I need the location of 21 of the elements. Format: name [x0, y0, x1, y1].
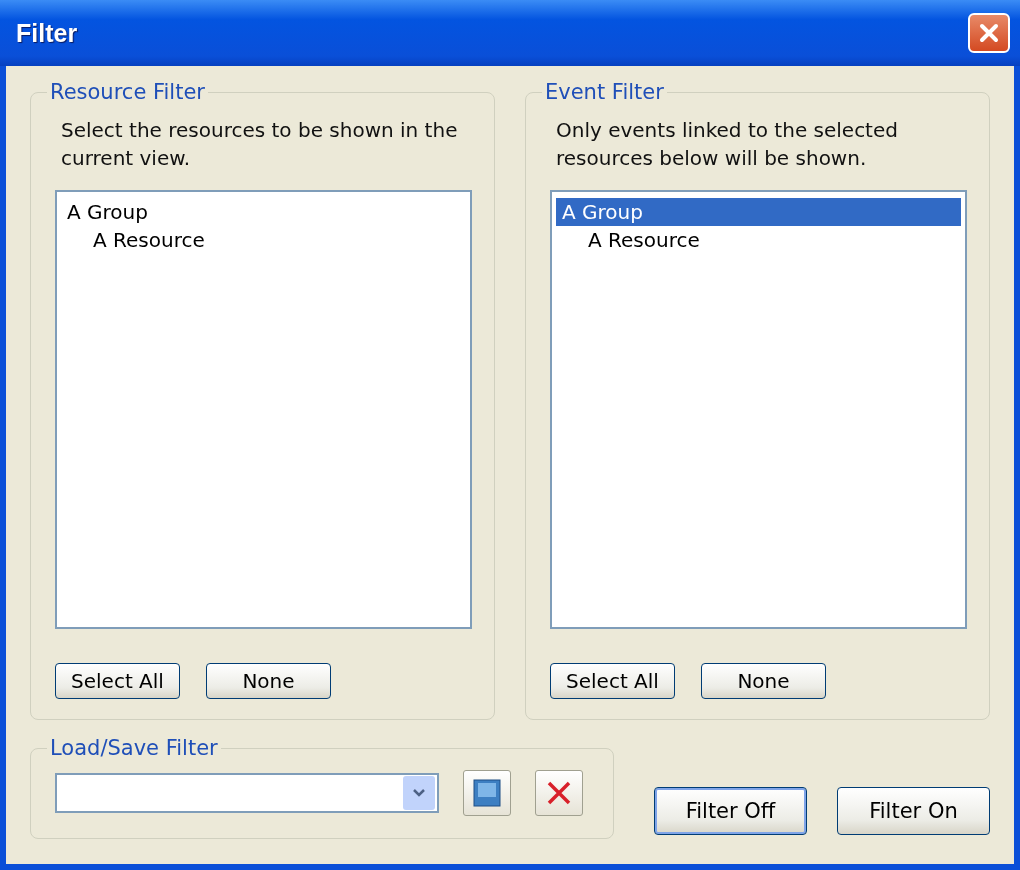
- delete-button[interactable]: [535, 770, 583, 816]
- filter-dropdown[interactable]: [55, 773, 439, 813]
- list-button[interactable]: None: [701, 663, 826, 699]
- description-text: Select the resources to be shown in the current view.: [61, 117, 459, 172]
- tree-item[interactable]: A Resource: [61, 226, 466, 254]
- list-button[interactable]: None: [206, 663, 331, 699]
- tree-item[interactable]: A Resource: [556, 226, 961, 254]
- group-title: Resource Filter: [49, 80, 206, 104]
- close-button[interactable]: [968, 13, 1010, 53]
- save-button[interactable]: [463, 770, 511, 816]
- group-title: Event Filter: [544, 80, 665, 104]
- window-title: Filter: [16, 18, 78, 48]
- group-title: Load/Save Filter: [49, 736, 219, 760]
- tree-item[interactable]: A Group: [61, 198, 466, 226]
- list-button[interactable]: Select All: [55, 663, 180, 699]
- list-button[interactable]: Select All: [550, 663, 675, 699]
- delete-icon: [545, 779, 573, 807]
- description-text: Only events linked to the selected resources below will be shown.: [556, 117, 899, 172]
- filter-button[interactable]: Filter Off: [654, 787, 807, 835]
- tree-item[interactable]: A Group: [556, 198, 961, 226]
- filter-button[interactable]: Filter On: [837, 787, 990, 835]
